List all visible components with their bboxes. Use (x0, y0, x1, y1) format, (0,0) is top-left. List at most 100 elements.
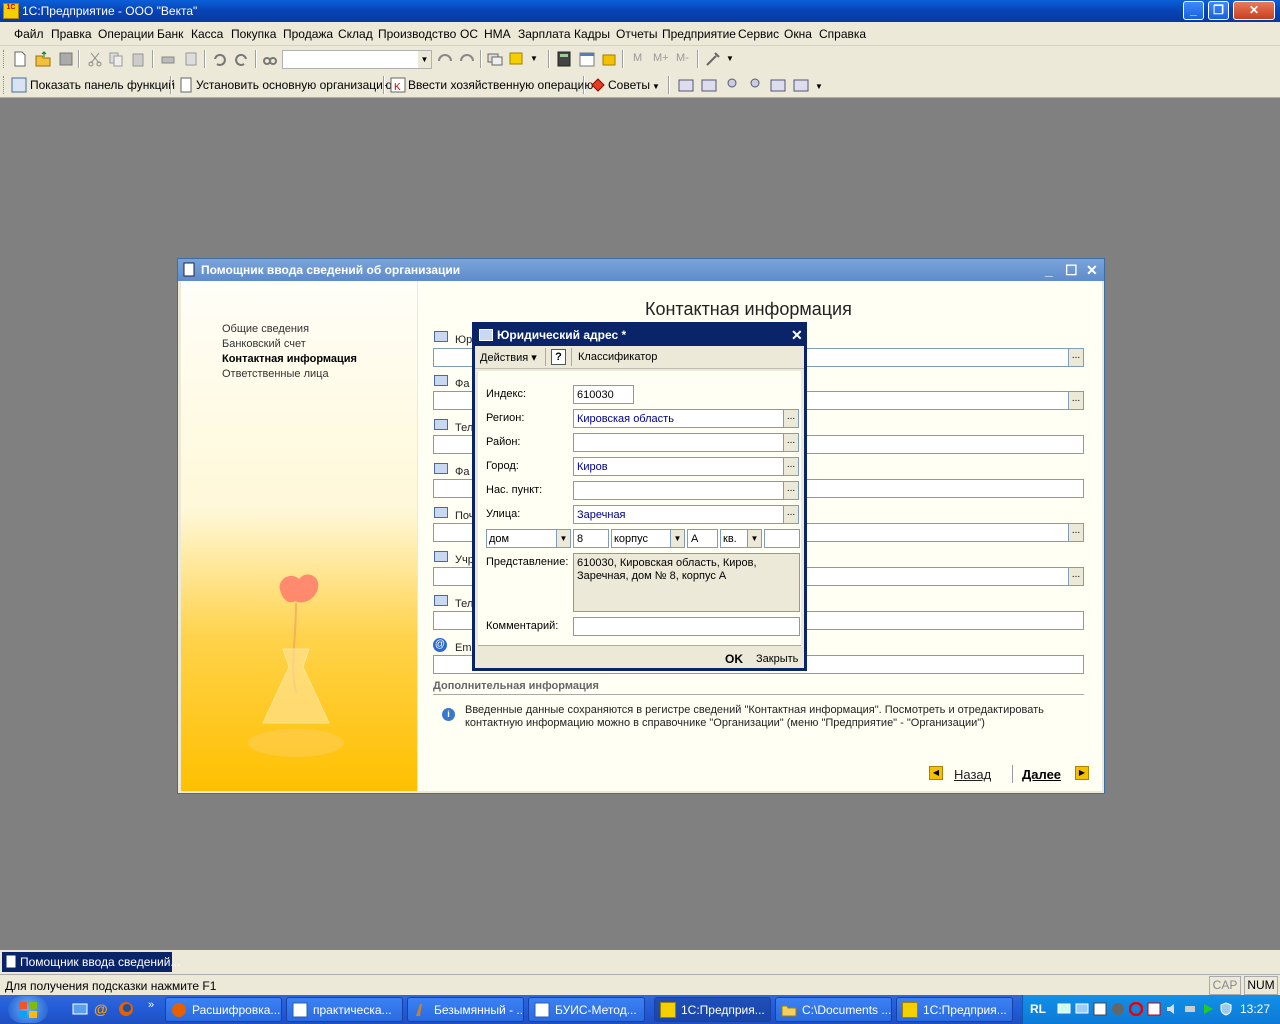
ok-button[interactable]: OK (725, 652, 743, 666)
menu-windows[interactable]: Окна (784, 27, 812, 41)
taskbar-item-word-1[interactable]: практическа... (286, 997, 403, 1022)
show-functions-panel-button[interactable]: Показать панель функций (30, 78, 175, 92)
save-icon[interactable] (58, 51, 74, 67)
find-icon[interactable] (262, 51, 278, 67)
reference-icon[interactable] (678, 77, 694, 93)
network-icon[interactable] (1057, 1002, 1071, 1016)
city-select-button[interactable]: ... (783, 457, 799, 476)
menu-salary[interactable]: Зарплата (518, 27, 571, 41)
toolbar-grip[interactable] (3, 76, 6, 94)
back-arrow-icon[interactable]: ◀ (929, 766, 943, 780)
classifier-button[interactable]: Классификатор (578, 351, 657, 363)
play-icon[interactable] (1201, 1002, 1215, 1016)
document-journal-icon[interactable] (701, 77, 717, 93)
settings-icon[interactable] (793, 77, 809, 93)
copy-icon[interactable] (108, 51, 124, 67)
close-button[interactable]: ✕ (1086, 262, 1098, 279)
set-main-organization-button[interactable]: Установить основную организацию (196, 78, 392, 92)
apartment-field[interactable] (764, 529, 800, 548)
region-select-button[interactable]: ... (783, 409, 799, 428)
taskbar-item-word-2[interactable]: БУИС-Метод... (528, 997, 645, 1022)
volume-icon[interactable] (1165, 1002, 1179, 1016)
building-type-select[interactable]: корпус ▼ (611, 529, 685, 548)
menu-intangibles[interactable]: НМА (484, 27, 511, 41)
menu-production[interactable]: Производство (378, 27, 456, 41)
house-type-select[interactable]: дом ▼ (486, 529, 571, 548)
enter-business-operation-button[interactable]: Ввести хозяйственную операцию (408, 78, 593, 92)
find-previous-icon[interactable] (437, 51, 453, 67)
minimize-button[interactable]: _ (1183, 1, 1204, 20)
district-select-button[interactable]: ... (783, 433, 799, 452)
actions-menu[interactable]: Действия ▾ (480, 351, 537, 364)
start-button[interactable] (8, 996, 48, 1023)
chevron-down-icon[interactable]: ▼ (815, 82, 823, 91)
memory-store-button[interactable]: M (633, 52, 642, 64)
street-select-button[interactable]: ... (783, 505, 799, 524)
region-field[interactable]: Кировская область (573, 409, 784, 428)
open-window-tab[interactable]: Помощник ввода сведений... (2, 952, 180, 972)
minimize-button[interactable]: _ (1045, 262, 1053, 278)
contractors-icon[interactable] (747, 77, 763, 93)
menu-reports[interactable]: Отчеты (616, 27, 657, 41)
help-button[interactable]: ? (551, 349, 566, 365)
address-view-field[interactable]: 610030, Кировская область, Киров, Заречн… (573, 553, 800, 612)
close-button[interactable]: Закрыть (756, 653, 798, 665)
find-next-icon[interactable] (459, 51, 475, 67)
language-indicator[interactable]: RL (1030, 1002, 1046, 1016)
toolbar-grip[interactable] (3, 50, 6, 68)
mail-agent-icon[interactable]: @ (94, 1001, 110, 1017)
menu-edit[interactable]: Правка (51, 27, 92, 41)
index-field[interactable]: 610030 (573, 385, 634, 404)
paste-icon[interactable] (131, 51, 147, 67)
legal-address-select-button[interactable]: ... (1068, 348, 1084, 367)
maximize-button[interactable]: ❐ (1208, 1, 1229, 20)
menu-cash[interactable]: Касса (191, 27, 223, 41)
settlement-select-button[interactable]: ... (783, 481, 799, 500)
taskbar-item-firefox[interactable]: Расшифровка... (165, 997, 282, 1022)
back-button[interactable]: Назад (954, 767, 991, 782)
postal-address-select-button[interactable]: ... (1068, 523, 1084, 542)
chevron-down-icon[interactable]: ▼ (556, 530, 570, 547)
report-icon[interactable] (770, 77, 786, 93)
step-general-info[interactable]: Общие сведения (222, 323, 309, 335)
new-document-icon[interactable] (12, 51, 28, 67)
menu-bank[interactable]: Банк (157, 27, 183, 41)
house-field[interactable]: 8 (573, 529, 609, 548)
tips-button[interactable]: Советы (608, 78, 650, 92)
windows-icon[interactable] (487, 51, 503, 67)
street-field[interactable]: Заречная (573, 505, 784, 524)
comment-field[interactable] (573, 617, 800, 636)
chevron-down-icon[interactable]: ▼ (530, 54, 538, 63)
menu-purchase[interactable]: Покупка (231, 27, 276, 41)
tools-icon[interactable] (705, 51, 721, 67)
undo-icon[interactable] (211, 51, 227, 67)
security-shield-icon[interactable] (1219, 1002, 1233, 1016)
chevron-down-icon[interactable]: ▼ (726, 54, 734, 63)
help-search-icon[interactable] (509, 51, 525, 67)
print-preview-icon[interactable] (183, 51, 199, 67)
print-icon[interactable] (160, 51, 176, 67)
usb-icon[interactable] (1183, 1002, 1197, 1016)
menu-help[interactable]: Справка (819, 27, 866, 41)
taskbar-item-explorer[interactable]: C:\Documents ... (775, 997, 892, 1022)
settlement-field[interactable] (573, 481, 784, 500)
show-desktop-icon[interactable] (72, 1002, 88, 1018)
lock-icon[interactable] (601, 51, 617, 67)
redo-icon[interactable] (234, 51, 250, 67)
calendar-icon[interactable] (579, 51, 595, 67)
step-contact-info[interactable]: Контактная информация (222, 353, 357, 365)
menu-service[interactable]: Сервис (738, 27, 779, 41)
founding-address-select-button[interactable]: ... (1068, 567, 1084, 586)
taskbar-item-paint[interactable]: Безымянный - ... (407, 997, 524, 1022)
close-icon[interactable]: ✕ (791, 327, 803, 344)
city-field[interactable]: Киров (573, 457, 784, 476)
apartment-type-select[interactable]: кв. ▼ (720, 529, 762, 548)
district-field[interactable] (573, 433, 784, 452)
cut-icon[interactable] (87, 51, 103, 67)
menu-file[interactable]: Файл (14, 27, 44, 41)
chevron-down-icon[interactable]: ▼ (747, 530, 761, 547)
antivirus-icon[interactable] (1111, 1002, 1125, 1016)
taskbar-item-1c-active[interactable]: 1С:Предприя... (654, 997, 771, 1022)
close-button[interactable]: ✕ (1233, 1, 1275, 20)
building-field[interactable]: А (687, 529, 718, 548)
